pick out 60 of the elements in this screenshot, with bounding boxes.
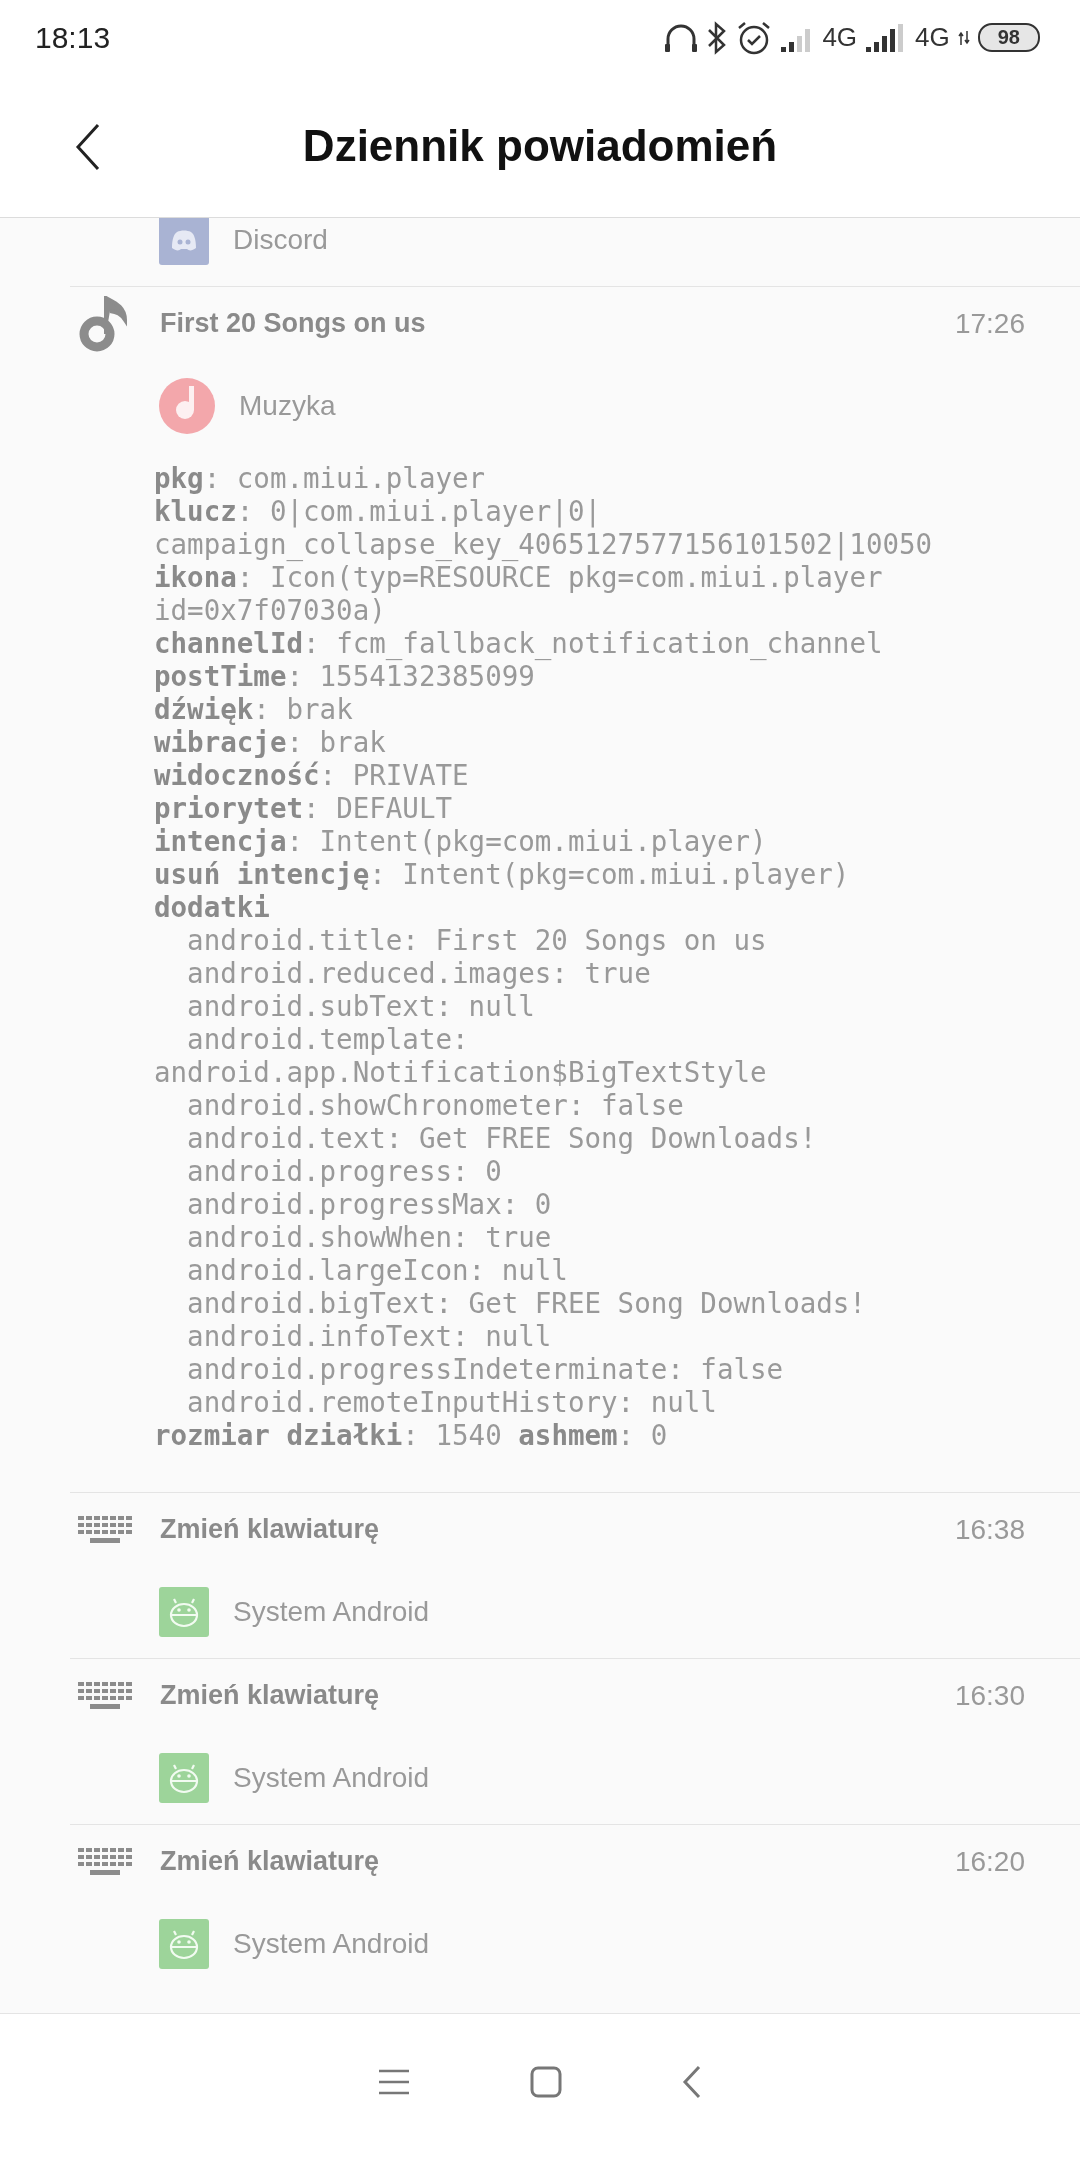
detail-line: pkg: com.miui.player	[154, 462, 487, 495]
detail-line: ikona: Icon(typ=RESOURCE pkg=com.miui.player	[154, 561, 884, 594]
app-icon	[159, 218, 209, 265]
detail-line: wibracje: brak	[154, 726, 387, 759]
detail-line: android.app.Notification$BigTextStyle	[154, 1056, 768, 1089]
notification-time: 16:20	[954, 1845, 1025, 1878]
app-name: Muzyka	[239, 390, 336, 422]
detail-line: android.progressMax: 0	[186, 1188, 553, 1221]
app-name: Discord	[233, 224, 328, 256]
detail-line: intencja: Intent(pkg=com.miui.player)	[154, 825, 768, 858]
detail-line: campaign_collapse_key_4065127577156101502|10050	[154, 528, 934, 561]
network-type: 4G	[915, 22, 950, 53]
app-icon	[159, 1919, 209, 1969]
detail-line: android.progressIndeterminate: false	[186, 1353, 785, 1386]
menu-icon[interactable]	[378, 2069, 410, 2095]
detail-line: id=0x7f07030a)	[154, 594, 387, 627]
detail-line: priorytet: DEFAULT	[154, 792, 454, 825]
detail-line: android.remoteInputHistory: null	[186, 1386, 718, 1419]
keyboard-icon	[78, 1681, 132, 1710]
data-arrows-icon	[957, 29, 970, 46]
detail-line: postTime: 1554132385099	[154, 660, 536, 693]
detail-line: android.title: First 20 Songs on us	[186, 924, 768, 957]
app-name: System Android	[233, 1762, 430, 1794]
keyboard-icon	[78, 1847, 132, 1876]
detail-line: widoczność: PRIVATE	[154, 759, 470, 792]
home-icon[interactable]	[530, 2066, 562, 2098]
battery-indicator: 98	[977, 23, 1040, 52]
notification-time: 16:30	[954, 1679, 1025, 1712]
detail-line: android.showWhen: true	[186, 1221, 553, 1254]
detail-line: channelId: fcm_fallback_notification_channel	[154, 627, 884, 660]
detail-line: android.text: Get FREE Song Downloads!	[186, 1122, 818, 1155]
back-icon[interactable]	[74, 123, 102, 171]
notification-time: 17:26	[954, 307, 1025, 340]
notification-title: First 20 Songs on us	[160, 308, 427, 339]
network-type: 4G	[822, 22, 858, 53]
status-time: 18:13	[35, 20, 111, 55]
notification-title: Zmień klawiaturę	[160, 1846, 381, 1877]
notification-title: Zmień klawiaturę	[160, 1680, 381, 1711]
notification-title: Zmień klawiaturę	[160, 1514, 381, 1545]
detail-line: android.showChronometer: false	[186, 1089, 685, 1122]
detail-line: android.subText: null	[186, 990, 536, 1023]
notification-time: 16:38	[954, 1513, 1025, 1546]
detail-line: android.progress: 0	[186, 1155, 503, 1188]
detail-line: android.reduced.images: true	[186, 957, 652, 990]
app-icon	[159, 378, 215, 434]
app-icon	[159, 1753, 209, 1803]
detail-line: dodatki	[154, 891, 271, 924]
app-icon	[159, 1587, 209, 1637]
keyboard-icon	[78, 1515, 132, 1544]
detail-line: android.template:	[186, 1023, 470, 1056]
detail-line: usuń intencję: Intent(pkg=com.miui.player)	[154, 858, 851, 891]
detail-line: rozmiar działki: 1540 ashmem: 0	[154, 1419, 669, 1452]
detail-line: klucz: 0|com.miui.player|0|	[154, 495, 603, 528]
app-name: System Android	[233, 1596, 430, 1628]
page-title: Dziennik powiadomień	[302, 121, 778, 171]
detail-line: android.bigText: Get FREE Song Downloads!	[186, 1287, 867, 1320]
detail-line: android.infoText: null	[186, 1320, 553, 1353]
app-name: System Android	[233, 1928, 430, 1960]
detail-line: android.largeIcon: null	[186, 1254, 569, 1287]
detail-line: dźwięk: brak	[154, 693, 354, 726]
